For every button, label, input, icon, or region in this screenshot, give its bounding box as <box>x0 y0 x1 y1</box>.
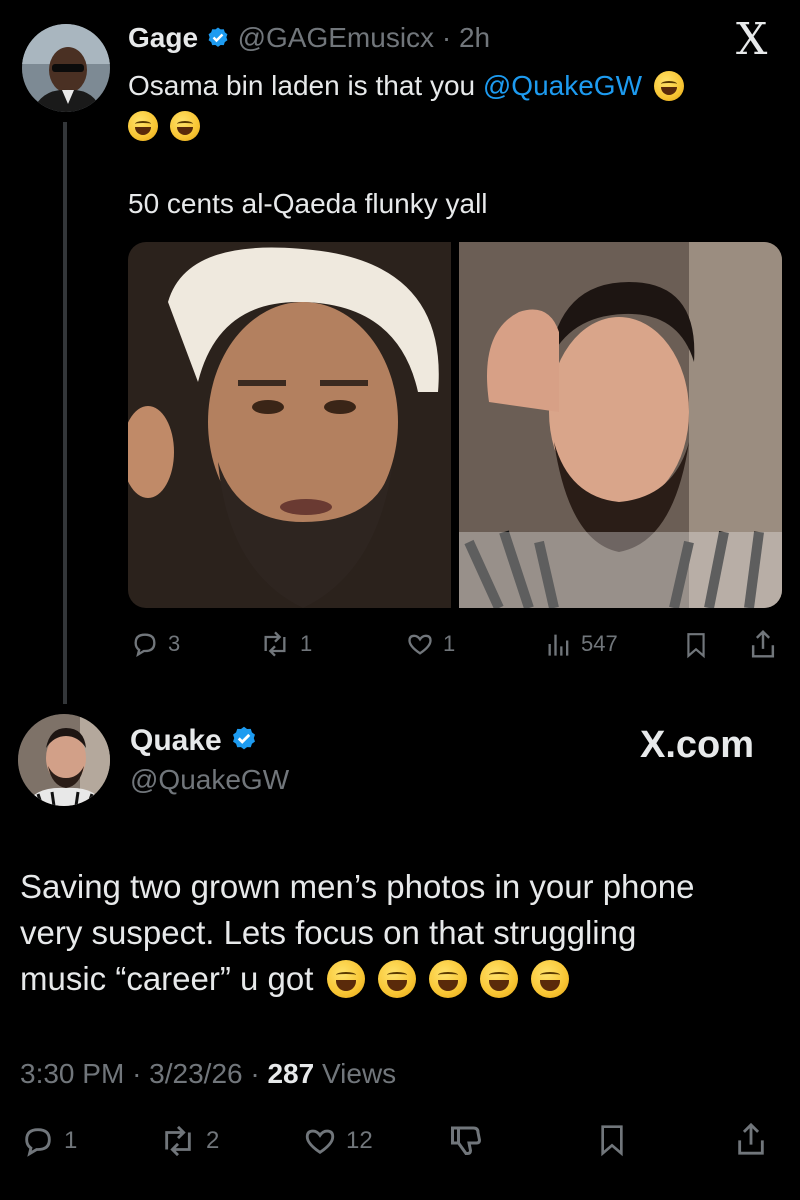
reply-meta: 3:30 PM · 3/23/26 · 287 Views <box>20 1058 396 1090</box>
repost-button[interactable]: 1 <box>258 630 312 658</box>
rofl-emoji-icon <box>169 111 200 141</box>
tweet-text-line: Osama bin laden is that you <box>128 70 483 101</box>
separator: · <box>441 22 452 53</box>
thread-line <box>63 122 67 704</box>
reply-count: 1 <box>64 1127 78 1154</box>
repost-count: 2 <box>206 1127 220 1154</box>
like-button[interactable]: 1 <box>405 630 455 658</box>
reply-button[interactable]: 3 <box>130 630 180 658</box>
tweet-time[interactable]: 3:30 PM <box>20 1058 124 1089</box>
tweet-text: Osama bin laden is that you @QuakeGW <box>128 66 768 146</box>
display-name[interactable]: Gage <box>128 22 198 53</box>
top-tweet-header: Gage @GAGEmusicx · 2h <box>128 22 490 54</box>
tears-of-joy-emoji-icon <box>377 960 416 998</box>
tears-of-joy-emoji-icon <box>480 960 519 998</box>
reply-text-line: music “career” u got <box>20 960 323 997</box>
display-name[interactable]: Quake <box>130 724 222 757</box>
reply-count: 3 <box>168 631 181 656</box>
x-com-logo[interactable]: X.com <box>640 724 754 767</box>
thumbs-down-icon <box>451 1126 482 1155</box>
reply-text-line-3: music “career” u got <box>20 956 790 1002</box>
reply-text-line: very suspect. Lets focus on that struggl… <box>20 914 637 951</box>
repost-button[interactable]: 2 <box>158 1124 219 1158</box>
reply-button[interactable]: 1 <box>20 1124 77 1158</box>
rofl-emoji-icon <box>128 111 158 141</box>
verified-badge-icon <box>233 726 256 750</box>
share-icon <box>738 1122 764 1155</box>
separator: · <box>250 1058 260 1089</box>
like-count: 12 <box>346 1127 373 1154</box>
repost-count: 1 <box>300 631 313 656</box>
views-count: 547 <box>581 631 618 656</box>
reply-text-line: Saving two grown men’s photos in your ph… <box>20 868 695 905</box>
heart-icon <box>408 634 432 655</box>
like-button[interactable]: 12 <box>302 1124 373 1158</box>
share-icon <box>751 629 775 658</box>
handle[interactable]: @GAGEmusicx <box>238 22 434 53</box>
share-button[interactable] <box>748 628 778 660</box>
reply-display-name-row: Quake <box>130 724 258 758</box>
x-logo[interactable]: X <box>736 14 767 65</box>
reply-text: Saving two grown men’s photos in your ph… <box>20 864 790 1002</box>
tweet-image-right[interactable] <box>459 242 782 608</box>
handle[interactable]: @QuakeGW <box>130 764 289 796</box>
timestamp[interactable]: 2h <box>459 22 490 53</box>
verified-badge-icon <box>208 27 228 47</box>
tears-of-joy-emoji-icon <box>428 960 467 998</box>
bookmark-button[interactable] <box>596 1122 628 1158</box>
repost-icon <box>264 631 286 657</box>
separator: · <box>132 1058 142 1089</box>
views-button[interactable]: 547 <box>545 630 618 658</box>
heart-icon <box>305 1129 335 1155</box>
reply-icon <box>134 633 156 657</box>
avatar-gage[interactable] <box>22 24 110 112</box>
share-button[interactable] <box>734 1120 768 1158</box>
bookmark-icon <box>601 1125 623 1157</box>
tweet-image-left[interactable] <box>128 242 451 608</box>
like-count: 1 <box>443 631 456 656</box>
repost-icon <box>165 1125 191 1157</box>
bookmark-button[interactable] <box>683 630 709 660</box>
avatar-quake[interactable] <box>18 714 110 806</box>
tweet-text-line-2: 50 cents al-Qaeda flunky yall <box>128 188 488 219</box>
views-icon <box>548 634 569 656</box>
views-label: Views <box>314 1058 397 1089</box>
tweet-date[interactable]: 3/23/26 <box>149 1058 242 1089</box>
mention-link[interactable]: @QuakeGW <box>483 70 642 101</box>
rofl-emoji-icon <box>653 71 684 101</box>
tears-of-joy-emoji-icon <box>326 960 365 998</box>
reply-icon <box>25 1128 51 1157</box>
bookmark-icon <box>687 633 705 659</box>
dislike-button[interactable] <box>448 1122 484 1158</box>
views-count: 287 <box>267 1058 315 1089</box>
tears-of-joy-emoji-icon <box>531 960 570 998</box>
